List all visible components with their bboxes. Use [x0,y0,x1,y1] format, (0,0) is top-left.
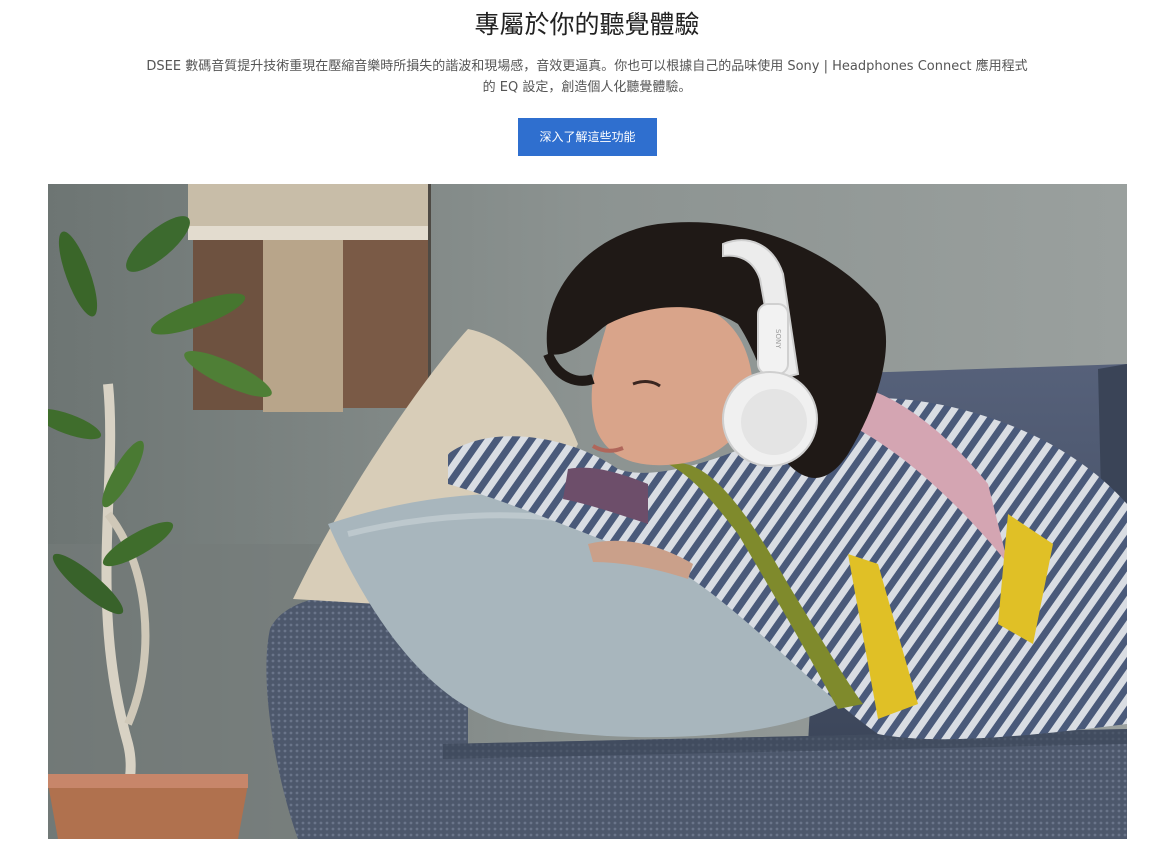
page: 專屬於你的聽覺體驗 DSEE 數碼音質提升技術重現在壓縮音樂時所損失的諧波和現場… [0,0,1174,858]
hero-image: SONY [48,184,1127,839]
description-line-2: 的 EQ 設定，創造個人化聽覺體驗。 [482,80,692,95]
headphone-brand-mark: SONY [774,329,782,349]
description-line-1: DSEE 數碼音質提升技術重現在壓縮音樂時所損失的諧波和現場感，音效更逼真。你也… [146,59,1028,74]
learn-more-button[interactable]: 深入了解這些功能 [518,118,657,156]
hero-illustration: SONY [48,184,1127,839]
section-description: DSEE 數碼音質提升技術重現在壓縮音樂時所損失的諧波和現場感，音效更逼真。你也… [130,56,1044,98]
section-title: 專屬於你的聽覺體驗 [474,10,700,39]
